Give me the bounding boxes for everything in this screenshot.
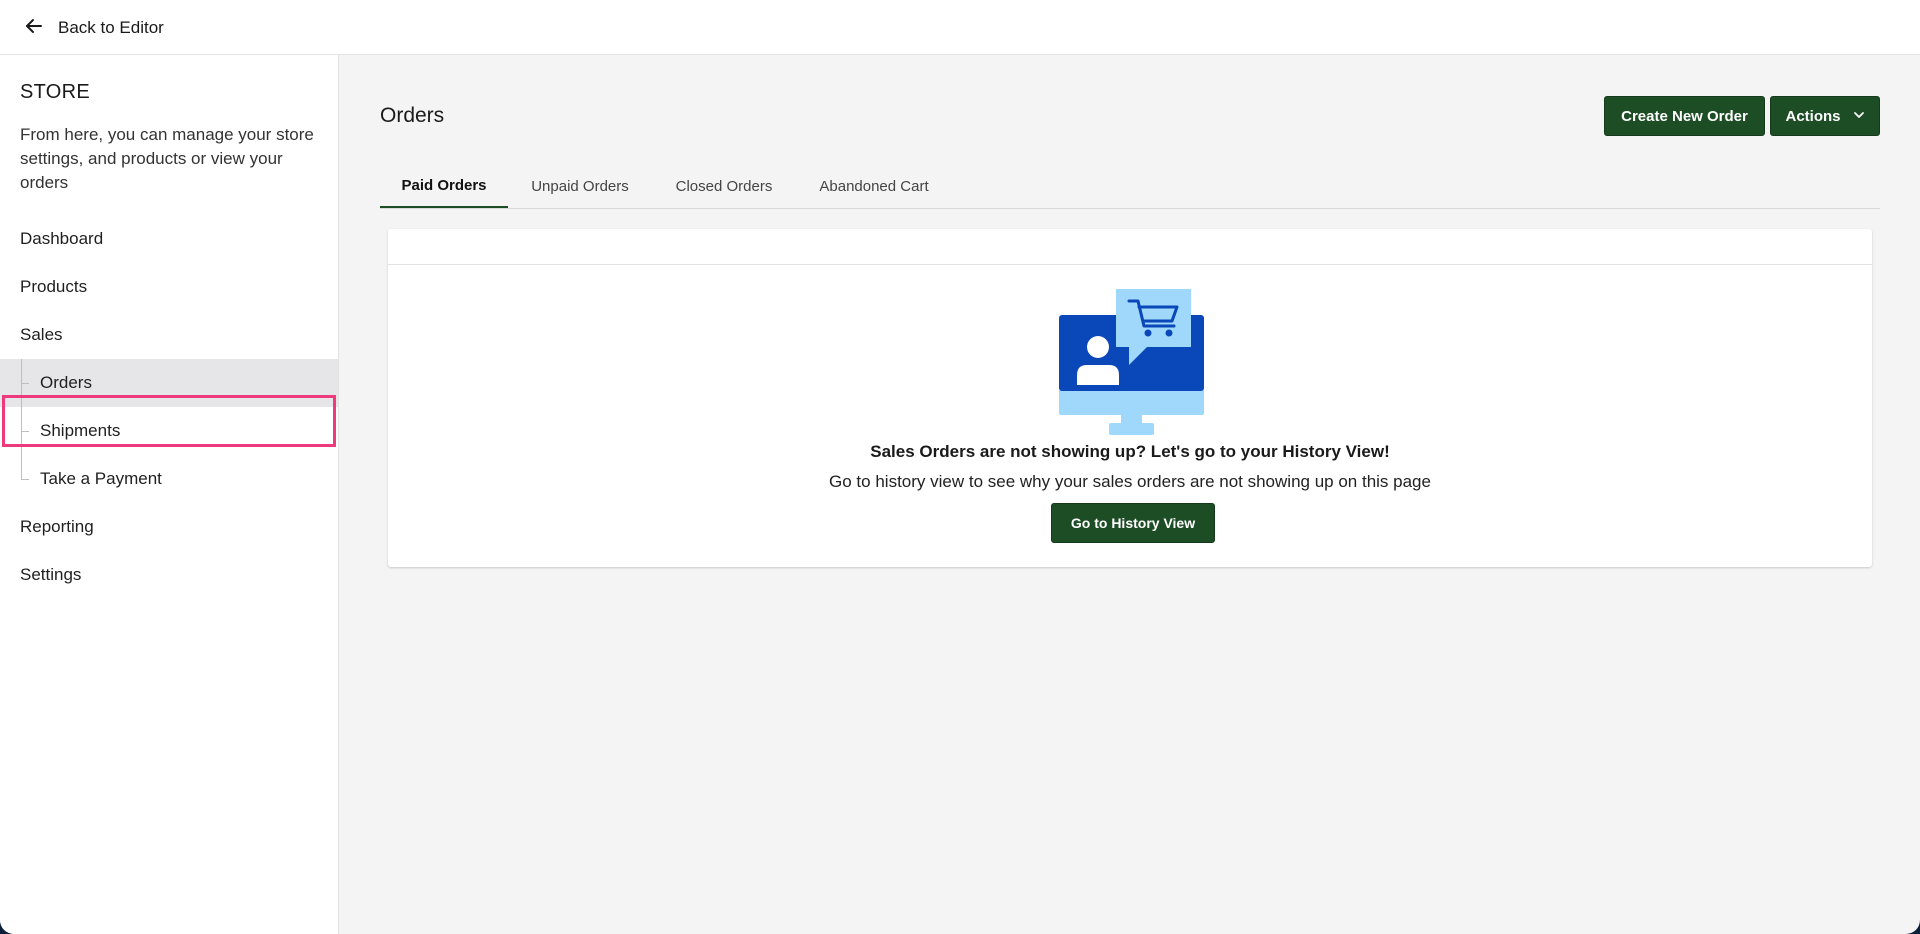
sidebar-item-label: Orders (40, 373, 92, 392)
create-new-order-button[interactable]: Create New Order (1604, 96, 1765, 136)
order-tabs: Paid Orders Unpaid Orders Closed Orders … (380, 165, 1880, 209)
sidebar-item-label: Sales (20, 325, 63, 344)
empty-state-subtitle: Go to history view to see why your sales… (829, 472, 1431, 491)
arrow-left-icon (24, 16, 44, 41)
top-bar: Back to Editor (0, 0, 1920, 55)
go-to-history-view-button[interactable]: Go to History View (1051, 503, 1215, 543)
sidebar-item-label: Dashboard (20, 229, 104, 248)
sidebar-item-label: Shipments (40, 421, 121, 440)
tree-connector-tick (21, 431, 29, 432)
sidebar-item-dashboard[interactable]: Dashboard (0, 215, 338, 263)
tab-abandoned-cart[interactable]: Abandoned Cart (796, 165, 952, 208)
tab-label: Abandoned Cart (819, 178, 929, 195)
tab-label: Unpaid Orders (531, 178, 629, 195)
store-title: STORE (20, 81, 91, 103)
sidebar: STORE From here, you can manage your sto… (0, 55, 339, 934)
tab-closed-orders[interactable]: Closed Orders (652, 165, 796, 208)
orders-card: Sales Orders are not showing up? Let's g… (388, 229, 1872, 567)
sidebar-item-shipments[interactable]: Shipments (0, 407, 338, 455)
sidebar-item-label: Reporting (20, 517, 94, 536)
tree-connector-line (21, 359, 22, 479)
back-to-editor-label: Back to Editor (58, 18, 164, 37)
sidebar-item-sales[interactable]: Sales (0, 311, 338, 359)
empty-state-title: Sales Orders are not showing up? Let's g… (870, 442, 1390, 461)
sidebar-item-settings[interactable]: Settings (0, 551, 338, 599)
actions-button[interactable]: Actions (1770, 96, 1880, 136)
page-title: Orders (380, 104, 445, 127)
sidebar-item-label: Settings (20, 565, 82, 584)
sidebar-item-reporting[interactable]: Reporting (0, 503, 338, 551)
sidebar-item-label: Products (20, 277, 88, 296)
card-header (388, 229, 1872, 265)
app-window: Back to Editor STORE From here, you can … (0, 0, 1920, 934)
tab-label: Closed Orders (675, 178, 773, 195)
sidebar-item-take-a-payment[interactable]: Take a Payment (0, 455, 338, 503)
sidebar-item-products[interactable]: Products (0, 263, 338, 311)
tree-connector-tick (21, 479, 29, 480)
create-new-order-label: Create New Order (1621, 107, 1748, 125)
store-description: From here, you can manage your store set… (20, 125, 314, 192)
back-to-editor-button[interactable]: Back to Editor (24, 14, 164, 42)
tab-paid-orders[interactable]: Paid Orders (380, 165, 508, 208)
tab-unpaid-orders[interactable]: Unpaid Orders (508, 165, 652, 208)
monitor-cart-illustration (1059, 289, 1204, 435)
tree-connector-tick (21, 383, 29, 384)
go-to-history-view-label: Go to History View (1070, 515, 1196, 531)
tab-label: Paid Orders (401, 177, 487, 194)
actions-label: Actions (1785, 107, 1841, 125)
sidebar-item-orders[interactable]: Orders (0, 359, 338, 407)
chevron-down-icon (1853, 108, 1865, 125)
